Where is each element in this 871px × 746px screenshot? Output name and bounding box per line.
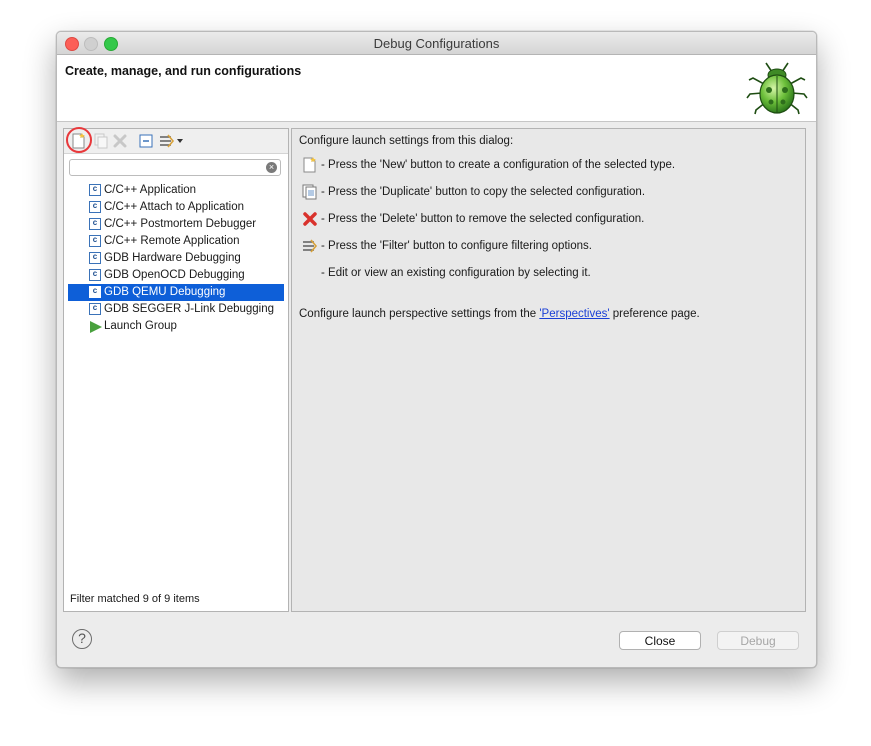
filter-input[interactable] xyxy=(74,161,268,176)
tree-item-label: C/C++ Postmortem Debugger xyxy=(104,218,257,230)
c-config-icon: c xyxy=(89,303,101,315)
filter-button[interactable] xyxy=(158,132,176,150)
info-line-new: - Press the 'New' button to create a con… xyxy=(321,159,676,171)
dropdown-arrow-icon xyxy=(177,139,183,143)
new-icon xyxy=(303,157,316,173)
filter-status: Filter matched 9 of 9 items xyxy=(70,593,200,605)
c-config-icon: c xyxy=(89,218,101,230)
info-heading: Configure launch settings from this dial… xyxy=(299,135,514,147)
collapse-all-icon xyxy=(139,134,153,148)
help-button[interactable]: ? xyxy=(72,629,92,649)
duplicate-icon xyxy=(302,184,317,200)
delete-button[interactable] xyxy=(111,132,129,150)
perspective-prefix: Configure launch perspective settings fr… xyxy=(299,308,540,320)
new-configuration-icon xyxy=(72,133,85,149)
tree-item-label: C/C++ Remote Application xyxy=(104,235,240,247)
filter-field[interactable]: × xyxy=(69,159,281,176)
duplicate-icon xyxy=(94,133,108,149)
window-title: Debug Configurations xyxy=(373,36,500,51)
info-line-edit: - Edit or view an existing configuration… xyxy=(321,267,591,279)
tree-item-label: Launch Group xyxy=(104,320,177,332)
tree-item-cpp-remote[interactable]: c C/C++ Remote Application xyxy=(68,233,284,250)
tree-item-label: GDB SEGGER J-Link Debugging xyxy=(104,303,275,315)
c-config-icon: c xyxy=(89,184,101,196)
configuration-tree: c C/C++ Application c C/C++ Attach to Appl… xyxy=(68,182,284,335)
launch-group-icon xyxy=(90,321,102,333)
c-config-icon: c xyxy=(89,269,101,281)
delete-icon xyxy=(113,134,127,148)
configuration-list-pane: × c C/C++ Application c C/C++ Attach to Ap… xyxy=(63,127,289,612)
tree-item-gdb-openocd[interactable]: c GDB OpenOCD Debugging xyxy=(68,267,284,284)
c-config-icon: c xyxy=(89,201,101,213)
debug-configurations-window: Debug Configurations Create, manage, and… xyxy=(56,31,817,668)
close-button[interactable]: Close xyxy=(619,631,701,650)
filter-menu-button[interactable] xyxy=(175,132,185,150)
tree-item-label: GDB Hardware Debugging xyxy=(104,252,241,264)
perspective-info: Configure launch perspective settings fr… xyxy=(299,308,700,320)
tree-item-launch-group[interactable]: Launch Group xyxy=(68,318,284,335)
tree-item-label: GDB OpenOCD Debugging xyxy=(104,269,245,281)
clear-filter-icon[interactable]: × xyxy=(266,162,277,173)
tree-item-cpp-postmortem[interactable]: c C/C++ Postmortem Debugger xyxy=(68,216,284,233)
tree-item-gdb-qemu[interactable]: c GDB QEMU Debugging xyxy=(68,284,284,301)
tree-item-gdb-hardware[interactable]: c GDB Hardware Debugging xyxy=(68,250,284,267)
banner-title: Create, manage, and run configurations xyxy=(65,64,302,78)
info-line-delete: - Press the 'Delete' button to remove th… xyxy=(321,213,645,225)
info-line-filter: - Press the 'Filter' button to configure… xyxy=(321,240,592,252)
configuration-detail-pane: Configure launch settings from this dial… xyxy=(291,128,806,612)
filter-icon xyxy=(160,134,175,148)
filter-icon xyxy=(303,239,318,253)
tree-item-gdb-segger[interactable]: c GDB SEGGER J-Link Debugging xyxy=(68,301,284,318)
tree-item-cpp-attach[interactable]: c C/C++ Attach to Application xyxy=(68,199,284,216)
collapse-all-button[interactable] xyxy=(137,132,155,150)
help-icon: ? xyxy=(78,630,86,646)
c-config-icon: c xyxy=(89,235,101,247)
tree-item-cpp-application[interactable]: c C/C++ Application xyxy=(68,182,284,199)
info-line-duplicate: - Press the 'Duplicate' button to copy t… xyxy=(321,186,646,198)
c-config-icon: c xyxy=(89,252,101,264)
perspective-suffix: preference page. xyxy=(609,308,700,320)
tree-item-label: C/C++ Application xyxy=(104,184,197,196)
tree-item-label: GDB QEMU Debugging xyxy=(104,286,226,298)
tree-item-label: C/C++ Attach to Application xyxy=(104,201,245,213)
c-config-icon: c xyxy=(89,286,101,298)
header-banner: Create, manage, and run configurations xyxy=(57,55,816,122)
title-bar[interactable]: Debug Configurations xyxy=(57,32,816,55)
new-configuration-button[interactable] xyxy=(70,132,88,150)
debug-button[interactable]: Debug xyxy=(717,631,799,650)
debug-bug-icon xyxy=(744,58,812,118)
perspectives-link[interactable]: 'Perspectives' xyxy=(539,308,609,320)
list-toolbar xyxy=(64,127,288,154)
duplicate-button[interactable] xyxy=(92,132,110,150)
delete-icon xyxy=(303,212,317,226)
